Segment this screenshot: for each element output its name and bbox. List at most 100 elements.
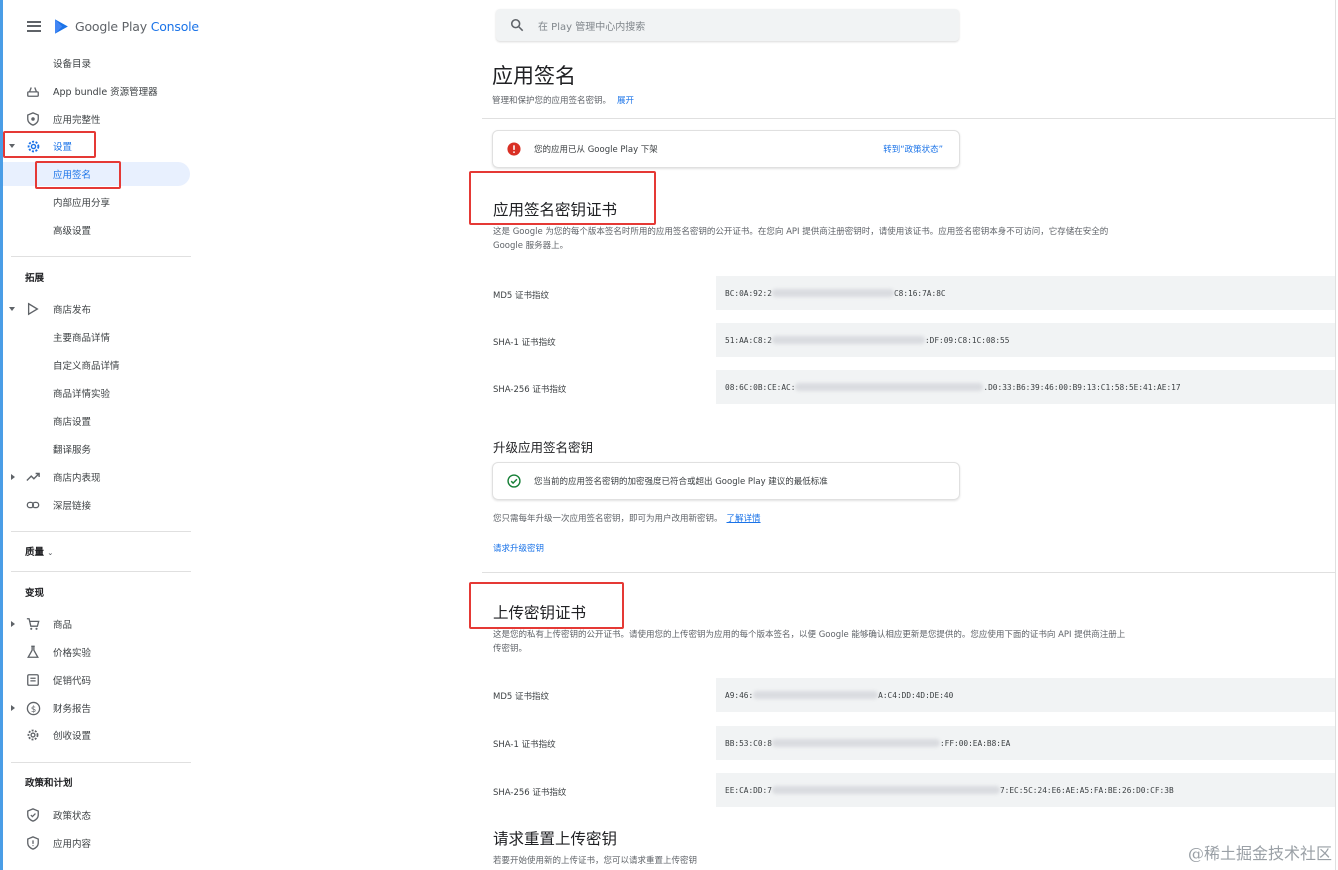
fingerprint-label: SHA-1 证书指纹 xyxy=(493,338,556,348)
upgrade-note: 您只需每年升级一次应用签名密钥，即可为用户改用新密钥。 了解详情 xyxy=(493,514,761,524)
upload-cert-desc: 这是您的私有上传密钥的公开证书。请使用您的上传密钥为应用的每个版本签名，以便 G… xyxy=(493,630,1126,654)
fingerprint-value[interactable]: BC:0A:92:2 C8:16:7A:8C xyxy=(716,276,1335,310)
redacted-blur xyxy=(771,289,894,297)
header-logo-row: Google Play Console xyxy=(27,16,199,36)
sidebar-item-monetization-settings[interactable]: 创收设置 xyxy=(3,723,190,747)
fingerprint-value[interactable]: A9:46: A:C4:DD:4D:DE:40 xyxy=(716,678,1335,712)
sidebar-divider xyxy=(11,762,191,763)
section-title-policy: 政策和计划 xyxy=(25,778,73,789)
sidebar-item-label: 商品 xyxy=(53,620,73,631)
sidebar-item-advanced-settings[interactable]: 高级设置 xyxy=(3,218,190,242)
fingerprint-label: SHA-1 证书指纹 xyxy=(493,740,556,750)
sidebar-item-products[interactable]: 商品 xyxy=(3,612,190,636)
sidebar-item-label: 设备目录 xyxy=(53,59,92,70)
search-bar[interactable]: 在 Play 管理中心内搜索 xyxy=(496,9,959,41)
shield-icon xyxy=(25,111,41,127)
sidebar-item-main-listing[interactable]: 主要商品详情 xyxy=(3,325,190,349)
watermark: @稀土掘金技术社区 xyxy=(1187,844,1332,863)
sidebar-item-label: 创收设置 xyxy=(53,731,92,742)
redacted-blur xyxy=(771,336,925,344)
reset-upload-key-heading: 请求重置上传密钥 xyxy=(493,830,618,848)
chevron-down-icon: ⌄ xyxy=(47,549,54,557)
fingerprint-value[interactable]: 08:6C:0B:CE:AC: .D0:33:B6:39:46:00:B9:13:… xyxy=(716,370,1335,404)
sidebar-divider xyxy=(11,256,191,257)
request-upgrade-link[interactable]: 请求升级密钥 xyxy=(493,542,544,554)
sidebar-item-device-catalog[interactable]: 设备目录 xyxy=(3,51,190,75)
section-title-quality[interactable]: 质量 ⌄ xyxy=(25,544,53,558)
redacted-blur xyxy=(753,691,879,699)
bundle-icon xyxy=(25,83,41,99)
chevron-right-icon[interactable] xyxy=(11,474,15,480)
sidebar-item-label: 自定义商品详情 xyxy=(53,361,120,372)
sidebar-item-label: 促销代码 xyxy=(53,676,92,687)
sidebar-item-store-settings[interactable]: 商店设置 xyxy=(3,409,190,433)
section-title-expand: 拓展 xyxy=(25,273,45,284)
sidebar-item-label: App bundle 资源管理器 xyxy=(53,87,158,98)
dollar-icon: $ xyxy=(25,700,41,716)
sidebar-divider xyxy=(11,571,191,572)
sidebar-item-label: 内部应用分享 xyxy=(53,198,111,209)
play-console-logo-icon xyxy=(55,18,68,34)
go-to-policy-status-link[interactable]: 转到“政策状态” xyxy=(883,143,943,155)
chevron-down-icon[interactable] xyxy=(9,307,15,311)
sidebar-item-label: 商店内表现 xyxy=(53,473,101,484)
fingerprint-label: SHA-256 证书指纹 xyxy=(493,385,567,395)
sidebar-item-internal-app-sharing[interactable]: 内部应用分享 xyxy=(3,190,190,214)
menu-icon[interactable] xyxy=(27,20,41,32)
sidebar-item-label: 翻译服务 xyxy=(53,445,92,456)
app-signing-cert-heading: 应用签名密钥证书 xyxy=(493,201,618,219)
play-icon xyxy=(25,301,41,317)
gear-icon xyxy=(25,727,41,743)
sidebar-item-label: 高级设置 xyxy=(53,226,92,237)
sidebar-item-translation[interactable]: 翻译服务 xyxy=(3,437,190,461)
sidebar-item-label: 深层链接 xyxy=(53,501,92,512)
search-icon xyxy=(510,18,524,32)
fingerprint-value[interactable]: BB:53:C0:8:FF:00:EA:B8:EA xyxy=(716,726,1335,760)
sidebar-item-promo-codes[interactable]: 促销代码 xyxy=(3,668,190,692)
shield-check-icon xyxy=(25,807,41,823)
chevron-right-icon[interactable] xyxy=(11,705,15,711)
sidebar-item-settings[interactable]: 设置 xyxy=(3,134,190,158)
sidebar-item-app-bundle-explorer[interactable]: App bundle 资源管理器 xyxy=(3,79,190,103)
reset-upload-key-desc: 若要开始使用新的上传证书，您可以请求重置上传密钥 xyxy=(493,856,698,866)
link-icon xyxy=(25,497,41,513)
sidebar-item-store-performance[interactable]: 商店内表现 xyxy=(3,465,190,489)
check-circle-icon xyxy=(507,474,521,488)
sidebar-item-label: 价格实验 xyxy=(53,648,92,659)
sidebar-item-policy-status[interactable]: 政策状态 xyxy=(3,803,190,827)
sidebar-item-label: 商店发布 xyxy=(53,305,92,316)
sidebar-item-label: 应用内容 xyxy=(53,839,92,850)
sidebar-item-financial-reports[interactable]: $ 财务报告 xyxy=(3,696,190,720)
sidebar-item-price-experiments[interactable]: 价格实验 xyxy=(3,640,190,664)
flask-icon xyxy=(25,644,41,660)
sidebar-item-app-content[interactable]: 应用内容 xyxy=(3,831,190,855)
sidebar-item-deep-links[interactable]: 深层链接 xyxy=(3,493,190,517)
fingerprint-value[interactable]: EE:CA:DD:7 7:EC:5C:24:E6:AE:A5:FA:BE:26:D… xyxy=(716,773,1335,807)
redacted-blur xyxy=(771,786,1000,794)
sidebar-item-store-presence[interactable]: 商店发布 xyxy=(3,297,190,321)
sidebar-item-label: 政策状态 xyxy=(53,811,92,822)
chevron-down-icon[interactable] xyxy=(9,144,15,148)
sidebar-item-custom-listing[interactable]: 自定义商品详情 xyxy=(3,353,190,377)
search-input[interactable]: 在 Play 管理中心内搜索 xyxy=(538,18,645,33)
fingerprint-label: MD5 证书指纹 xyxy=(493,692,549,702)
trending-icon xyxy=(25,469,41,485)
fingerprint-label: MD5 证书指纹 xyxy=(493,291,549,301)
sidebar-item-app-signing[interactable]: 应用签名 xyxy=(3,162,190,186)
expand-link[interactable]: 展开 xyxy=(617,96,634,106)
upload-cert-heading: 上传密钥证书 xyxy=(493,604,587,622)
page-title: 应用签名 xyxy=(492,64,576,88)
chevron-right-icon[interactable] xyxy=(11,621,15,627)
sidebar: Google Play Console 设备目录 App bundle 资源管理… xyxy=(0,0,199,870)
sidebar-item-app-integrity[interactable]: 应用完整性 xyxy=(3,107,190,131)
fingerprint-value[interactable]: 51:AA:C8:2:DF:09:C8:1C:08:55 xyxy=(716,323,1335,357)
sidebar-item-listing-experiments[interactable]: 商品详情实验 xyxy=(3,381,190,405)
divider xyxy=(482,572,1335,573)
status-text: 您当前的应用签名密钥的加密强度已符合或超出 Google Play 建议的最低标… xyxy=(534,477,828,487)
sidebar-item-label: 应用签名 xyxy=(53,170,92,181)
sidebar-item-label: 应用完整性 xyxy=(53,115,101,126)
sidebar-item-label: 商店设置 xyxy=(53,417,92,428)
sidebar-divider xyxy=(11,531,191,532)
learn-more-link[interactable]: 了解详情 xyxy=(727,514,761,524)
svg-text:$: $ xyxy=(30,703,35,713)
